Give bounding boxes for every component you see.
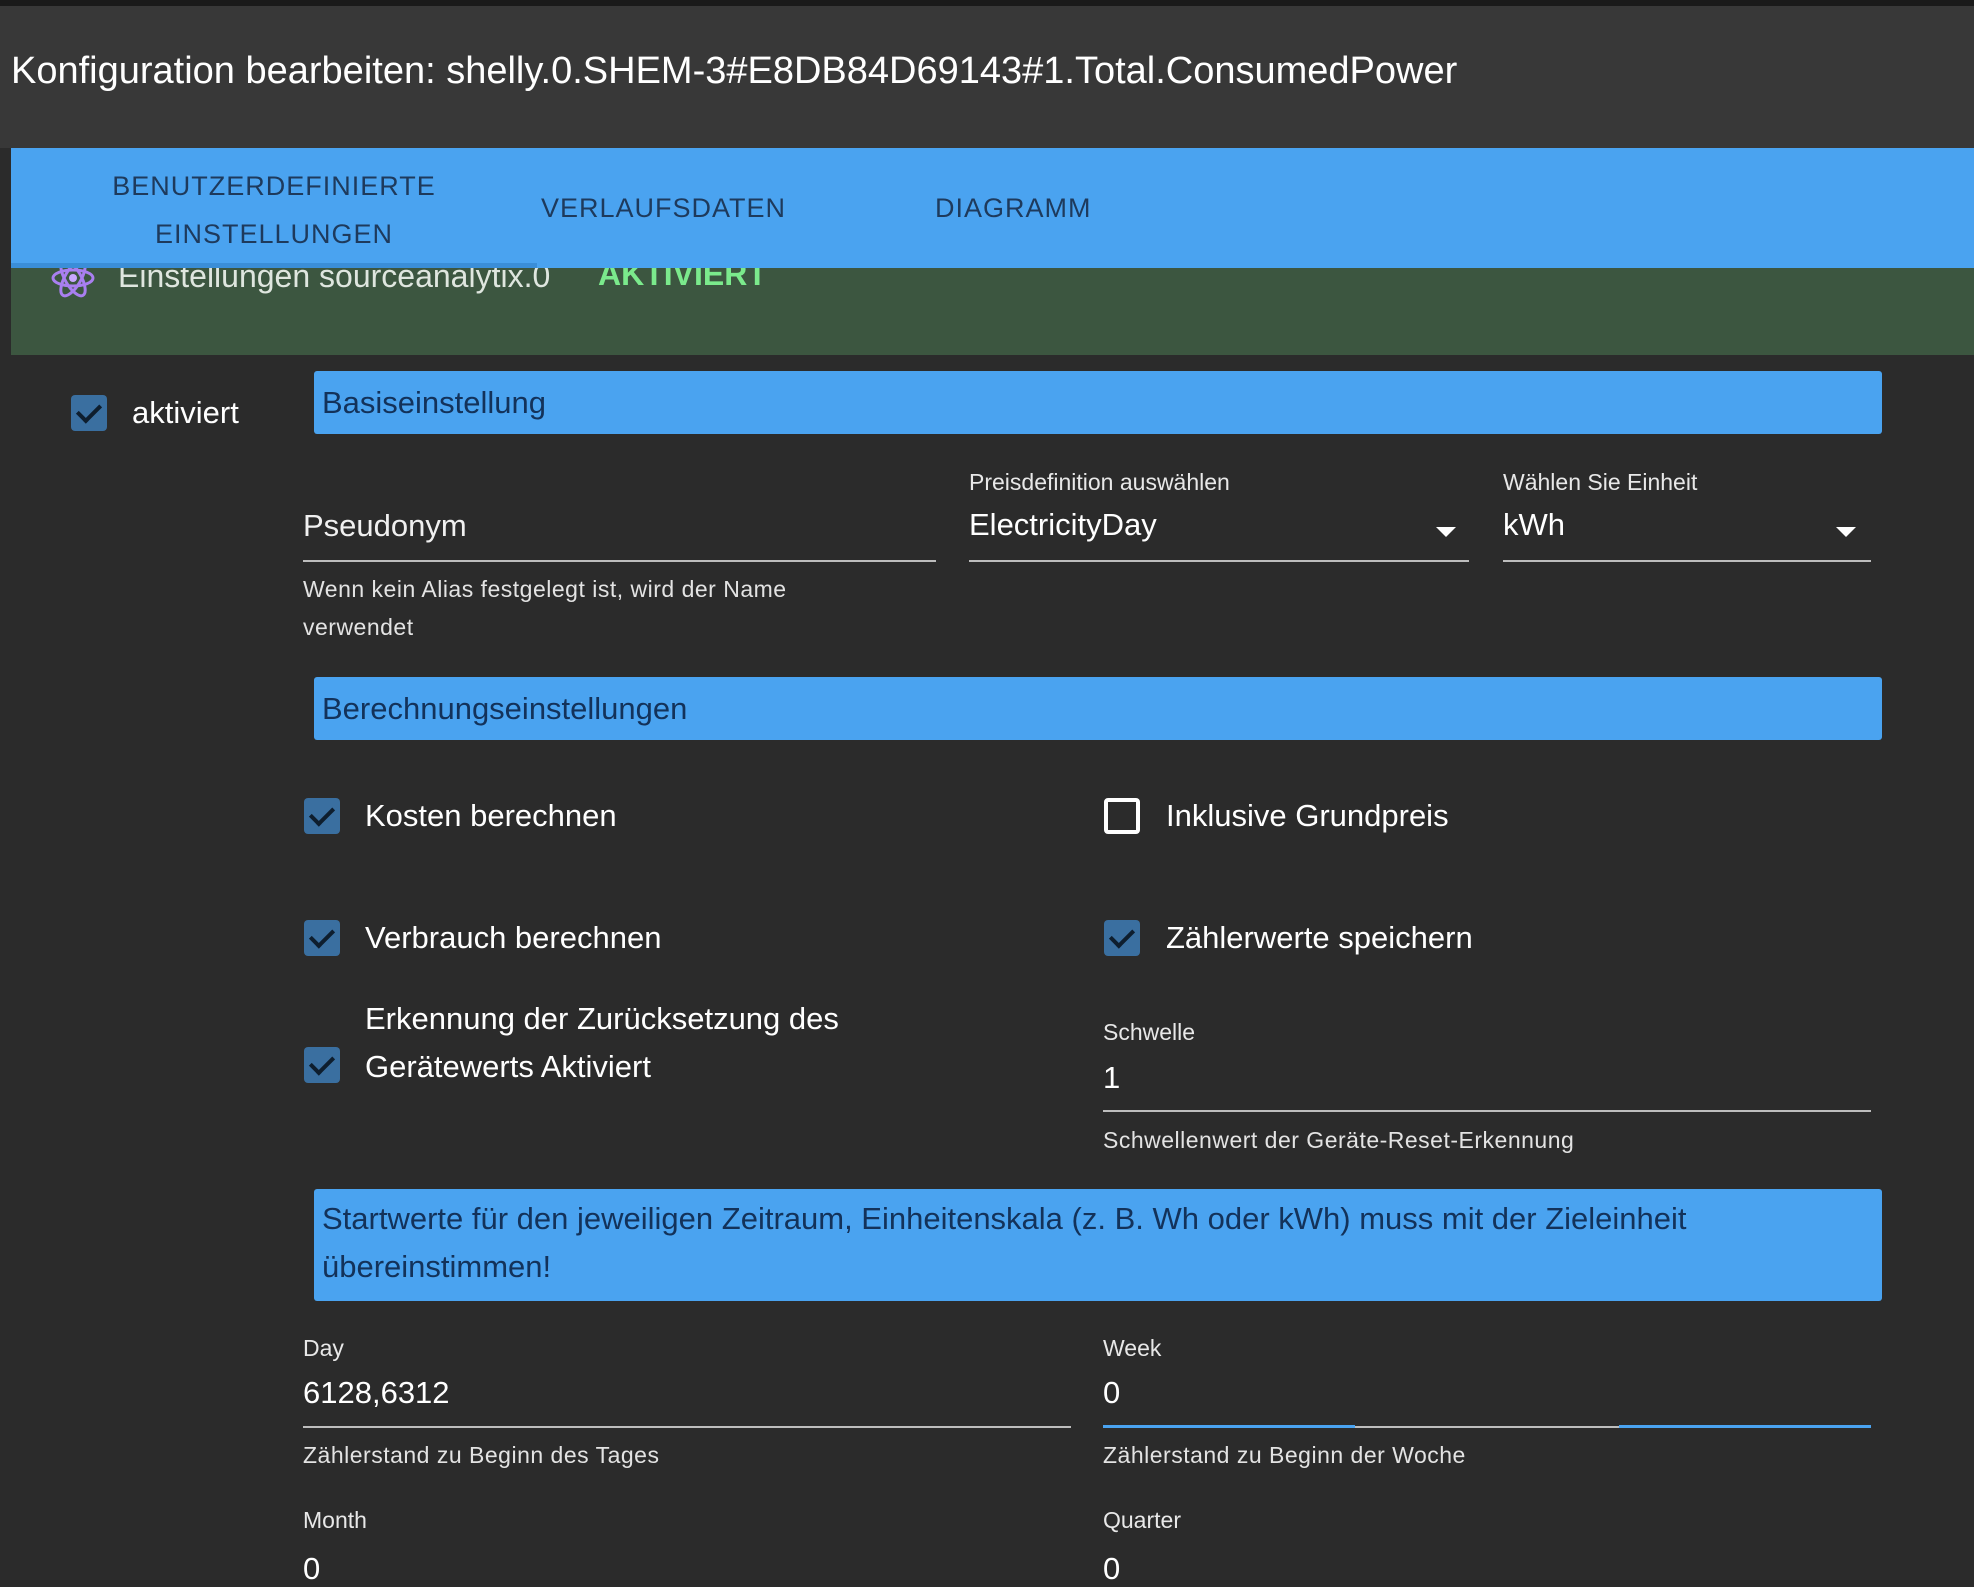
price-underline bbox=[969, 560, 1469, 562]
week-underline-middle bbox=[1355, 1426, 1619, 1428]
chevron-down-icon[interactable] bbox=[1436, 527, 1456, 537]
meter-values-label: Zählerwerte speichern bbox=[1166, 920, 1473, 955]
week-label: Week bbox=[1103, 1335, 1162, 1361]
section-start-values: Startwerte für den jeweiligen Zeitraum, … bbox=[314, 1189, 1882, 1301]
threshold-label: Schwelle bbox=[1103, 1019, 1196, 1045]
month-label: Month bbox=[303, 1507, 367, 1533]
consumption-checkbox[interactable] bbox=[304, 920, 340, 956]
alias-helper: Wenn kein Alias festgelegt ist, wird der… bbox=[303, 576, 787, 640]
settings-content: aktiviert Basiseinstellung Pseudonym Wen… bbox=[11, 355, 1974, 1586]
price-select[interactable]: ElectricityDay bbox=[969, 507, 1157, 543]
tab-bar: BENUTZERDEFINIERTE EINSTELLUNGEN VERLAUF… bbox=[11, 148, 1974, 268]
base-price-checkbox[interactable] bbox=[1104, 798, 1140, 834]
consumption-label: Verbrauch berechnen bbox=[365, 920, 662, 955]
price-label: Preisdefinition auswählen bbox=[969, 469, 1230, 495]
week-helper: Zählerstand zu Beginn der Woche bbox=[1103, 1442, 1466, 1468]
enabled-checkbox[interactable] bbox=[71, 395, 107, 431]
enabled-label: aktiviert bbox=[132, 395, 239, 430]
tab-custom-settings[interactable]: BENUTZERDEFINIERTE EINSTELLUNGEN bbox=[11, 162, 537, 258]
section-basic-settings: Basiseinstellung bbox=[314, 371, 1882, 434]
cost-checkbox[interactable] bbox=[304, 798, 340, 834]
week-underline-left bbox=[1103, 1425, 1355, 1428]
week-underline-right bbox=[1619, 1425, 1871, 1428]
tab-chart[interactable]: DIAGRAMM bbox=[935, 184, 1092, 232]
unit-select[interactable]: kWh bbox=[1503, 507, 1565, 543]
month-input[interactable]: 0 bbox=[303, 1551, 320, 1587]
section-calculation-settings: Berechnungseinstellungen bbox=[314, 677, 1882, 740]
day-input[interactable]: 6128,6312 bbox=[303, 1375, 450, 1411]
alias-input[interactable]: Pseudonym bbox=[303, 508, 467, 544]
alias-underline bbox=[303, 560, 936, 562]
quarter-label: Quarter bbox=[1103, 1507, 1181, 1533]
threshold-underline bbox=[1103, 1110, 1871, 1112]
day-label: Day bbox=[303, 1335, 344, 1361]
unit-underline bbox=[1503, 560, 1871, 562]
quarter-input[interactable]: 0 bbox=[1103, 1551, 1120, 1587]
tab-label-line1: BENUTZERDEFINIERTE bbox=[112, 171, 436, 201]
adapter-status: AKTIVIERT bbox=[598, 268, 767, 292]
base-price-label: Inklusive Grundpreis bbox=[1166, 798, 1449, 833]
tab-history-data[interactable]: VERLAUFSDATEN bbox=[541, 184, 786, 232]
meter-values-checkbox[interactable] bbox=[1104, 920, 1140, 956]
chevron-down-icon[interactable] bbox=[1836, 527, 1856, 537]
threshold-helper: Schwellenwert der Geräte-Reset-Erkennung bbox=[1103, 1127, 1575, 1153]
day-underline bbox=[303, 1426, 1071, 1428]
adapter-title: Einstellungen sourceanalytix.0 bbox=[118, 268, 551, 294]
dialog-titlebar: Konfiguration bearbeiten: shelly.0.SHEM-… bbox=[0, 6, 1974, 148]
reset-detection-label: Erkennung der Zurücksetzung des Gerätewe… bbox=[365, 1001, 839, 1084]
adapter-header: Einstellungen sourceanalytix.0 AKTIVIERT bbox=[11, 268, 1974, 355]
threshold-input[interactable]: 1 bbox=[1103, 1060, 1120, 1096]
tab-label-line2: EINSTELLUNGEN bbox=[154, 219, 394, 249]
dialog-title: Konfiguration bearbeiten: shelly.0.SHEM-… bbox=[11, 50, 1458, 92]
cost-label: Kosten berechnen bbox=[365, 798, 617, 833]
unit-label: Wählen Sie Einheit bbox=[1503, 469, 1698, 495]
day-helper: Zählerstand zu Beginn des Tages bbox=[303, 1442, 660, 1468]
reset-detection-checkbox[interactable] bbox=[304, 1047, 340, 1083]
atom-icon bbox=[51, 268, 95, 298]
week-input[interactable]: 0 bbox=[1103, 1375, 1120, 1411]
